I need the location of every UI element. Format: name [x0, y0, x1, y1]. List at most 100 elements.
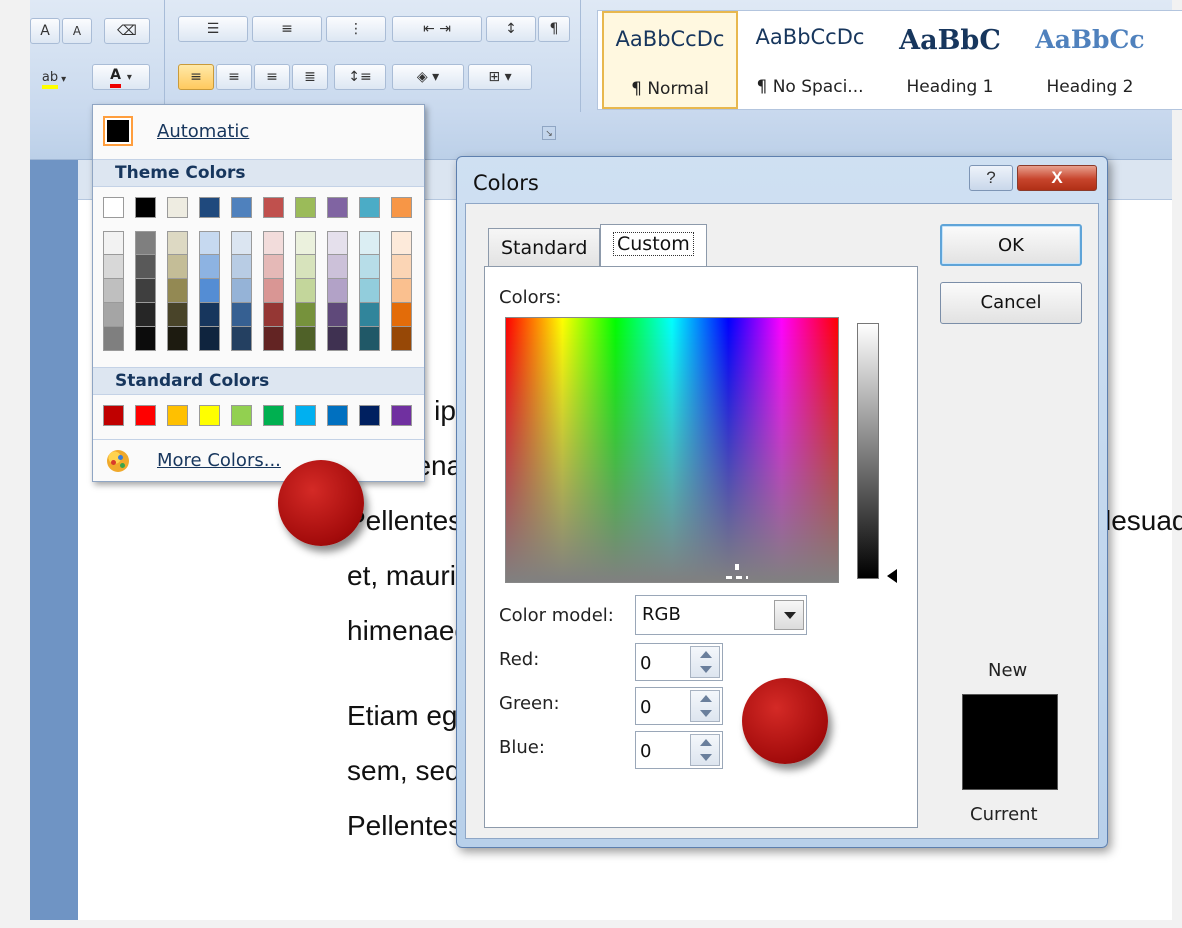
theme-shade-swatch[interactable]: [199, 279, 220, 303]
theme-shade-swatch[interactable]: [167, 303, 188, 327]
theme-shade-swatch[interactable]: [327, 327, 348, 351]
standard-color-swatch[interactable]: [295, 405, 316, 426]
theme-shade-swatch[interactable]: [199, 327, 220, 351]
style-normal[interactable]: AaBbCcDc ¶ Normal: [602, 11, 738, 109]
theme-shade-swatch[interactable]: [199, 303, 220, 327]
theme-shade-swatch[interactable]: [327, 303, 348, 327]
theme-shade-swatch[interactable]: [167, 231, 188, 255]
paragraph-dialog-launcher-icon[interactable]: ↘: [542, 126, 556, 140]
theme-shade-swatch[interactable]: [263, 279, 284, 303]
theme-shade-swatch[interactable]: [391, 303, 412, 327]
theme-shade-swatch[interactable]: [167, 279, 188, 303]
theme-shade-swatch[interactable]: [167, 327, 188, 351]
style-no-spacing[interactable]: AaBbCcDc ¶ No Spaci...: [742, 11, 878, 109]
theme-shade-swatch[interactable]: [199, 231, 220, 255]
theme-shade-swatch[interactable]: [327, 279, 348, 303]
style-heading-1[interactable]: AaBbC Heading 1: [882, 11, 1018, 109]
theme-shade-swatch[interactable]: [231, 231, 252, 255]
line-spacing-button[interactable]: ↕≡: [334, 64, 386, 90]
borders-button[interactable]: ⊞ ▾: [468, 64, 532, 90]
style-heading-2[interactable]: AaBbCc Heading 2: [1022, 11, 1158, 109]
theme-shade-swatch[interactable]: [295, 231, 316, 255]
standard-color-swatch[interactable]: [199, 405, 220, 426]
theme-color-swatch[interactable]: [167, 197, 188, 218]
align-left-button[interactable]: ≡: [178, 64, 214, 90]
theme-color-swatch[interactable]: [359, 197, 380, 218]
standard-color-swatch[interactable]: [327, 405, 348, 426]
highlight-button[interactable]: ab ▾: [30, 66, 78, 92]
theme-shade-swatch[interactable]: [135, 255, 156, 279]
theme-shade-swatch[interactable]: [135, 279, 156, 303]
theme-shade-swatch[interactable]: [103, 279, 124, 303]
theme-shade-swatch[interactable]: [103, 327, 124, 351]
clear-formatting-button[interactable]: ⌫: [104, 18, 150, 44]
automatic-color-item[interactable]: Automatic: [97, 111, 420, 151]
theme-shade-swatch[interactable]: [295, 255, 316, 279]
theme-shade-swatch[interactable]: [391, 255, 412, 279]
cancel-button[interactable]: Cancel: [940, 282, 1082, 324]
indent-buttons[interactable]: ⇤ ⇥: [392, 16, 482, 42]
theme-shade-swatch[interactable]: [391, 231, 412, 255]
theme-shade-swatch[interactable]: [103, 303, 124, 327]
theme-shade-swatch[interactable]: [327, 255, 348, 279]
spinner-arrows-icon[interactable]: [690, 646, 720, 678]
standard-color-swatch[interactable]: [135, 405, 156, 426]
theme-shade-swatch[interactable]: [359, 255, 380, 279]
grow-font-button[interactable]: A: [30, 18, 60, 44]
theme-shade-swatch[interactable]: [327, 231, 348, 255]
close-button[interactable]: X: [1017, 165, 1097, 191]
theme-shade-swatch[interactable]: [167, 255, 188, 279]
show-marks-button[interactable]: ¶: [538, 16, 570, 42]
crosshair-icon[interactable]: [726, 564, 748, 582]
sort-button[interactable]: ↕: [486, 16, 536, 42]
theme-shade-swatch[interactable]: [295, 303, 316, 327]
blue-spinner[interactable]: 0: [635, 731, 723, 769]
theme-shade-swatch[interactable]: [295, 279, 316, 303]
shrink-font-button[interactable]: A: [62, 18, 92, 44]
font-color-button[interactable]: A ▾: [92, 64, 150, 90]
theme-color-swatch[interactable]: [263, 197, 284, 218]
red-spinner[interactable]: 0: [635, 643, 723, 681]
bullets-button[interactable]: ☰: [178, 16, 248, 42]
theme-shade-swatch[interactable]: [359, 327, 380, 351]
color-model-select[interactable]: RGB: [635, 595, 807, 635]
spinner-arrows-icon[interactable]: [690, 690, 720, 722]
theme-color-swatch[interactable]: [231, 197, 252, 218]
theme-shade-swatch[interactable]: [231, 255, 252, 279]
theme-shade-swatch[interactable]: [231, 279, 252, 303]
theme-shade-swatch[interactable]: [359, 231, 380, 255]
justify-button[interactable]: ≣: [292, 64, 328, 90]
align-right-button[interactable]: ≡: [254, 64, 290, 90]
theme-shade-swatch[interactable]: [391, 279, 412, 303]
standard-color-swatch[interactable]: [103, 405, 124, 426]
theme-shade-swatch[interactable]: [359, 303, 380, 327]
theme-color-swatch[interactable]: [295, 197, 316, 218]
theme-color-swatch[interactable]: [199, 197, 220, 218]
theme-color-swatch[interactable]: [327, 197, 348, 218]
more-colors-item[interactable]: More Colors...: [93, 439, 424, 481]
theme-shade-swatch[interactable]: [103, 255, 124, 279]
ok-button[interactable]: OK: [940, 224, 1082, 266]
theme-shade-swatch[interactable]: [103, 231, 124, 255]
multilevel-list-button[interactable]: ⋮: [326, 16, 386, 42]
theme-shade-swatch[interactable]: [263, 303, 284, 327]
theme-color-swatch[interactable]: [103, 197, 124, 218]
theme-shade-swatch[interactable]: [359, 279, 380, 303]
help-button[interactable]: ?: [969, 165, 1013, 191]
standard-color-swatch[interactable]: [391, 405, 412, 426]
chevron-down-icon[interactable]: [774, 600, 804, 630]
theme-shade-swatch[interactable]: [135, 327, 156, 351]
theme-shade-swatch[interactable]: [231, 327, 252, 351]
theme-shade-swatch[interactable]: [263, 255, 284, 279]
tab-standard[interactable]: Standard: [488, 228, 601, 266]
theme-color-swatch[interactable]: [391, 197, 412, 218]
theme-shade-swatch[interactable]: [263, 327, 284, 351]
spinner-arrows-icon[interactable]: [690, 734, 720, 766]
standard-color-swatch[interactable]: [231, 405, 252, 426]
numbering-button[interactable]: ≡: [252, 16, 322, 42]
luminance-slider[interactable]: [857, 323, 879, 579]
theme-shade-swatch[interactable]: [391, 327, 412, 351]
align-center-button[interactable]: ≡: [216, 64, 252, 90]
theme-shade-swatch[interactable]: [231, 303, 252, 327]
green-spinner[interactable]: 0: [635, 687, 723, 725]
